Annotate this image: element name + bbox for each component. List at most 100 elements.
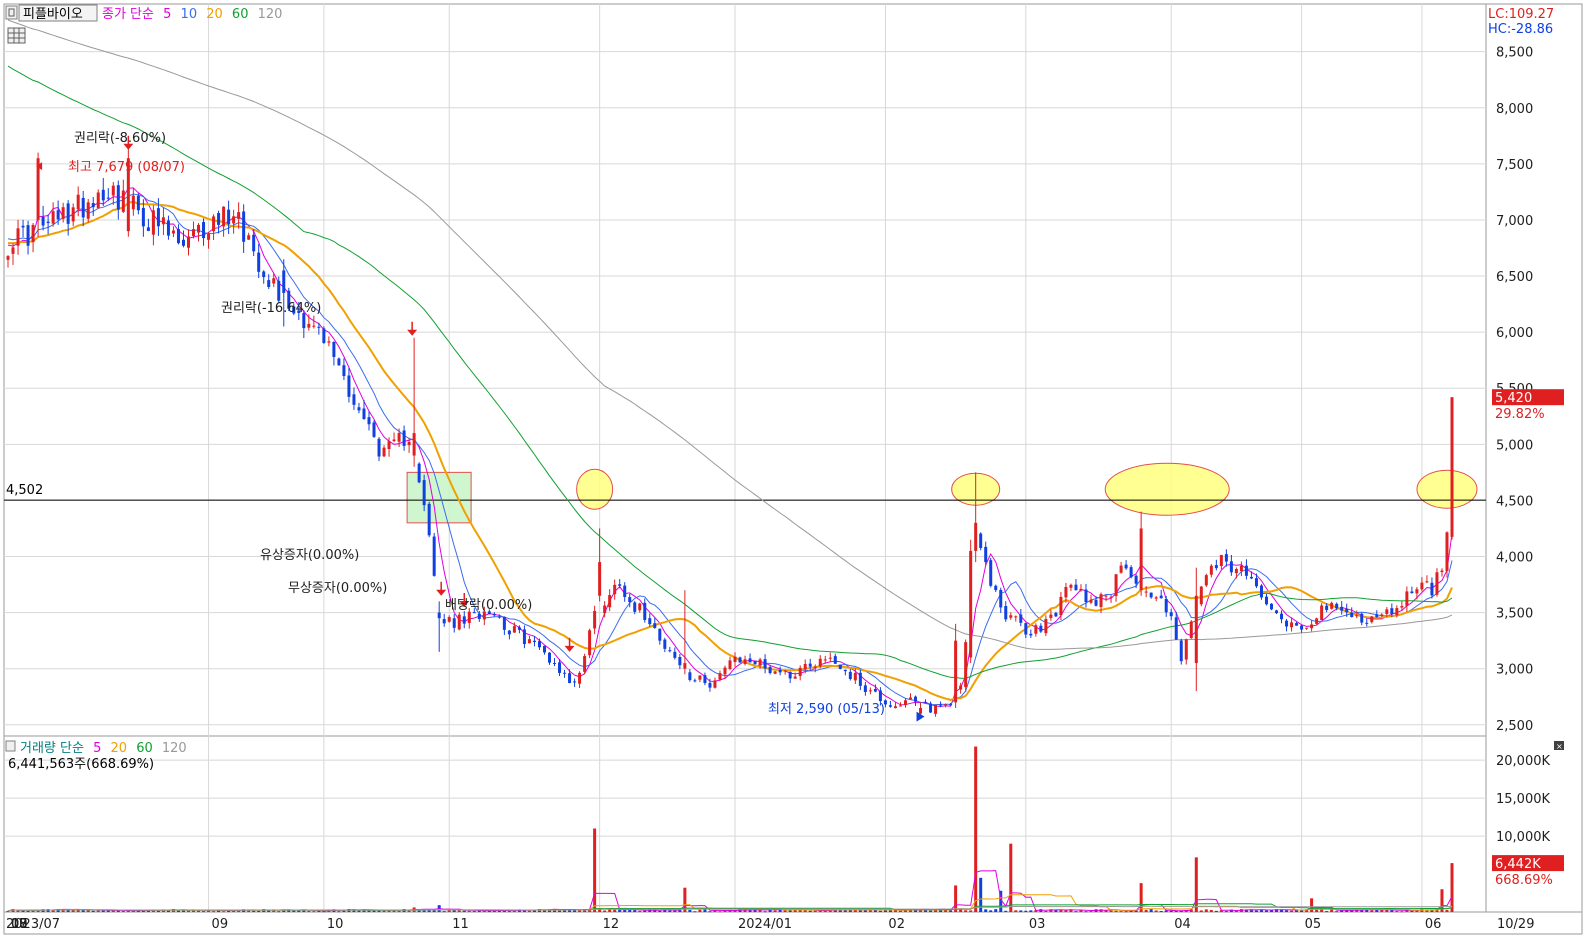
last-volume-change: 668.69%: [1495, 873, 1553, 888]
ma-60-label: 60: [232, 7, 249, 22]
volume-bar: [1089, 911, 1093, 913]
candle-body: [1280, 613, 1284, 620]
candle-body: [156, 208, 160, 227]
resistance-highlight: [1416, 469, 1478, 509]
candle-body: [1169, 612, 1173, 617]
grid-toggle-icon[interactable]: [7, 27, 26, 44]
candle-body: [111, 185, 115, 196]
candle-body: [1164, 598, 1168, 613]
x-tick-label: 06: [1425, 917, 1442, 932]
price-tick-label: 3,500: [1496, 607, 1533, 622]
candle-body: [432, 536, 436, 576]
vma-60-label: 60: [136, 741, 153, 756]
candle-body: [863, 685, 867, 693]
volume-bar: [452, 910, 456, 912]
candle-body: [873, 688, 877, 692]
price-tick-label: 4,000: [1496, 551, 1533, 566]
candle-body: [698, 675, 702, 680]
candle-body: [1034, 625, 1038, 634]
candle-body: [858, 672, 862, 686]
volume-bar: [357, 910, 361, 912]
candle-body: [422, 480, 426, 506]
ma-20-label: 20: [206, 7, 223, 22]
volume-bar: [312, 911, 316, 913]
x-tick-label: 10/29: [1497, 917, 1534, 932]
annotation-free-increase: 무상증자(0.00%): [288, 581, 387, 596]
volume-bar: [1209, 910, 1213, 912]
candle-body: [1004, 606, 1008, 620]
candle-body: [1285, 620, 1289, 627]
candle-body: [548, 652, 551, 663]
candle-body: [332, 342, 336, 357]
candle-body: [1109, 596, 1113, 598]
candle-body: [1124, 564, 1128, 569]
candle-body: [217, 213, 221, 225]
volume-bar: [1335, 911, 1339, 913]
candle-body: [964, 642, 968, 688]
candle-body: [1420, 582, 1424, 590]
volume-bar: [773, 910, 777, 912]
candle-body: [227, 209, 231, 225]
breakdown-box: [406, 471, 472, 524]
candle-body: [1184, 639, 1188, 660]
candle-body: [1229, 561, 1233, 573]
collapse-icon[interactable]: [5, 5, 18, 20]
resistance-highlight: [576, 468, 614, 510]
candle-body: [1219, 554, 1223, 567]
candle-body: [914, 696, 918, 702]
volume-bar: [1445, 910, 1449, 912]
candle-body: [1305, 627, 1309, 629]
candle-body: [1340, 606, 1344, 611]
volume-bar: [813, 910, 817, 912]
candle-body: [357, 407, 361, 411]
price-tick-label: 4,500: [1496, 494, 1533, 509]
volume-bar: [964, 910, 968, 912]
candle-body: [788, 671, 792, 679]
candle-body: [833, 656, 837, 664]
volume-bar: [1199, 910, 1203, 912]
candle-body: [1224, 554, 1228, 562]
candle-body: [282, 270, 286, 293]
price-panel[interactable]: [3, 3, 1487, 737]
volume-bar: [954, 885, 958, 912]
candle-body: [1149, 592, 1153, 598]
candle-body: [477, 613, 481, 619]
candle-body: [1450, 397, 1454, 537]
price-tick-label: 6,000: [1496, 326, 1533, 341]
candle-body: [222, 206, 226, 227]
chart-svg[interactable]: 4,502 권리락(-8.60%) 최고 7,679 (08/07) 권리락(-16…: [0, 0, 1587, 948]
candle-body: [818, 658, 822, 667]
volume-tick-label: 20,000K: [1496, 754, 1550, 769]
annotation-low: 최저 2,590 (05/13): [768, 702, 885, 717]
stock-chart[interactable]: 4,502 권리락(-8.60%) 최고 7,679 (08/07) 권리락(-16…: [0, 0, 1587, 948]
candle-body: [803, 664, 807, 670]
candle-body: [116, 185, 120, 210]
candle-body: [6, 256, 10, 260]
candle-body: [542, 645, 546, 653]
candle-body: [447, 617, 451, 622]
volume-bar: [96, 910, 100, 912]
candle-body: [1214, 565, 1218, 569]
candle-body: [257, 252, 261, 272]
volume-bar: [1234, 910, 1238, 912]
candle-body: [1049, 614, 1053, 618]
candle-body: [763, 659, 767, 669]
annotation-high: 최고 7,679 (08/07): [68, 160, 185, 175]
volume-panel[interactable]: [3, 735, 1487, 913]
candle-body: [979, 533, 983, 549]
candle-body: [171, 230, 175, 234]
candle-body: [838, 664, 842, 669]
candle-body: [1134, 575, 1138, 584]
volume-bar: [467, 910, 471, 912]
volume-ma-legend: 거래량 단순 5 20 60 120: [20, 741, 187, 756]
volume-collapse-icon[interactable]: [5, 740, 16, 752]
candle-body: [192, 229, 196, 237]
candle-body: [1425, 581, 1429, 583]
x-axis-panel: [3, 911, 1583, 935]
candle-body: [197, 224, 201, 233]
candle-body: [81, 197, 85, 218]
volume-bar: [959, 909, 963, 912]
volume-bar: [703, 909, 707, 912]
candle-body: [1139, 528, 1143, 591]
candle-body: [954, 640, 958, 703]
